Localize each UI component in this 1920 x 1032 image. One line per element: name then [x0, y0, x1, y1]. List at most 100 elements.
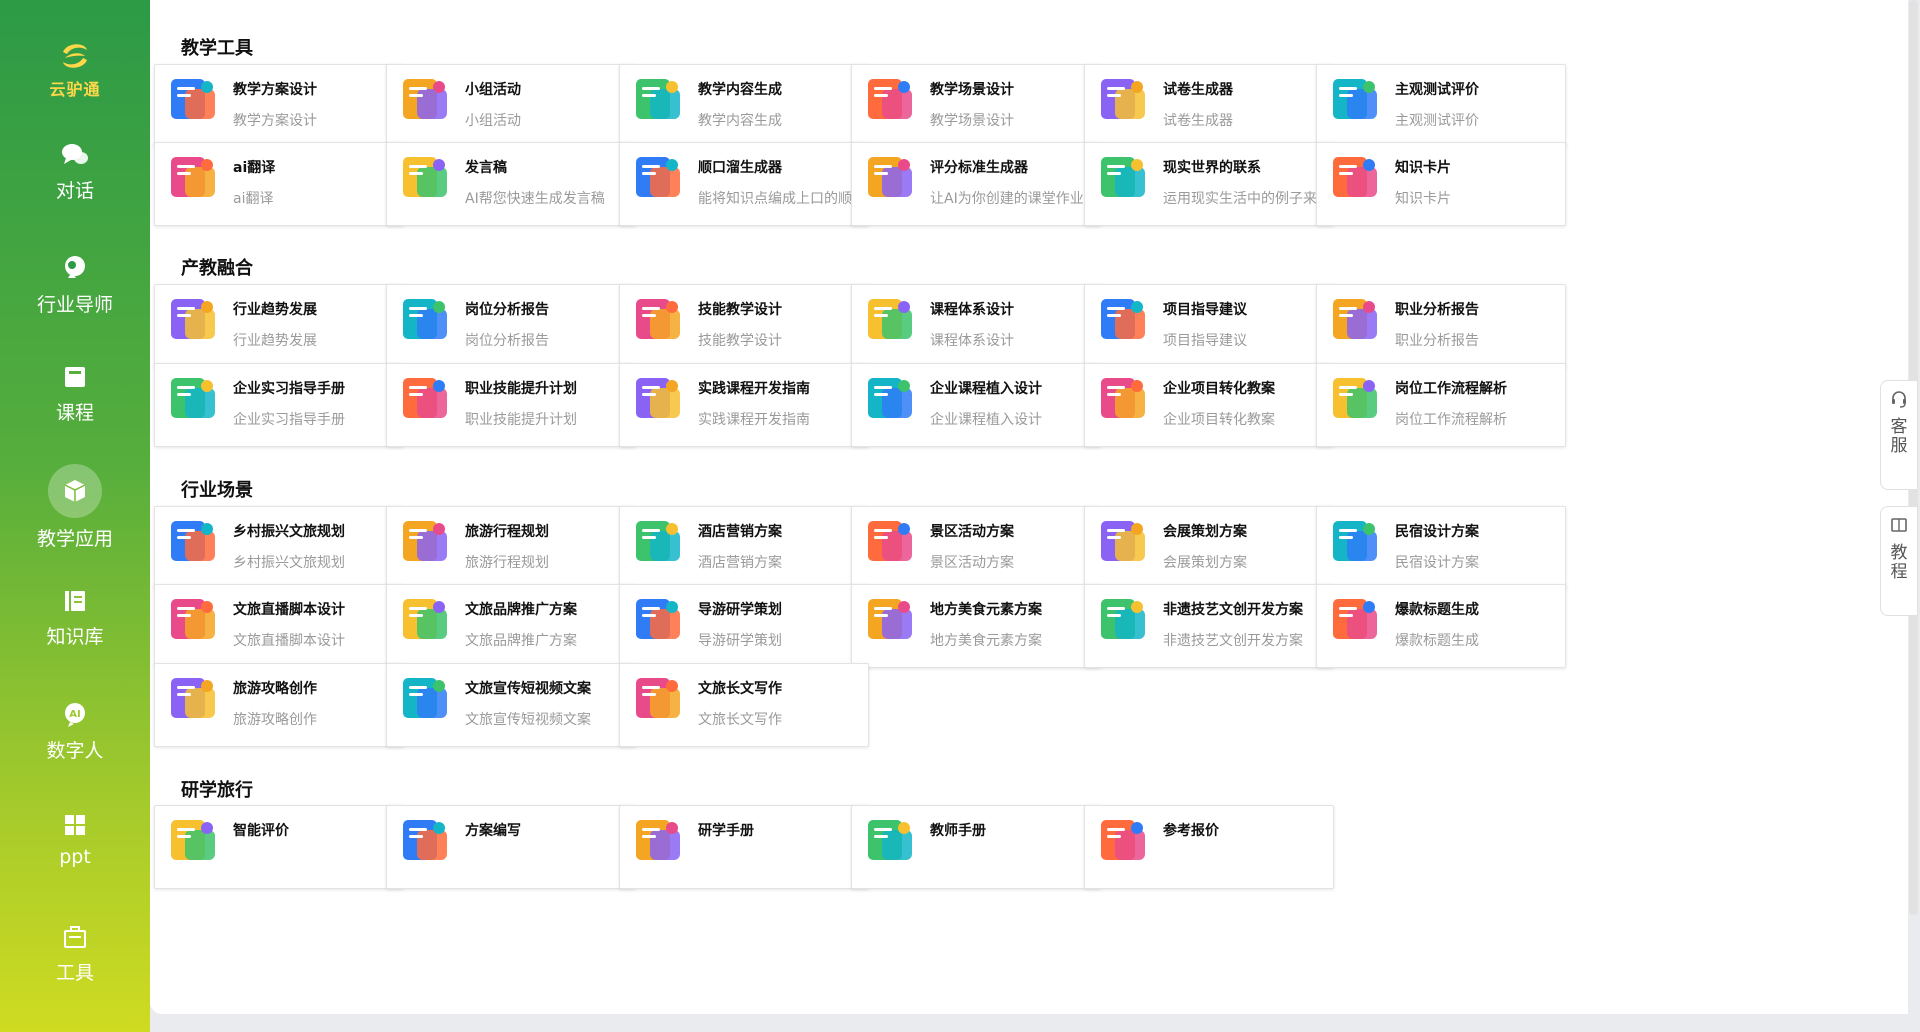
- app-card[interactable]: 教学内容生成 教学内容生成: [619, 64, 869, 148]
- nav-label: 知识库: [46, 626, 104, 648]
- app-card[interactable]: 参考报价: [1084, 805, 1334, 889]
- app-card[interactable]: 旅游行程规划 旅游行程规划: [386, 506, 636, 590]
- app-card[interactable]: 酒店营销方案 酒店营销方案: [619, 506, 869, 590]
- group-icon: [399, 73, 453, 127]
- app-card[interactable]: 知识卡片 知识卡片: [1316, 142, 1566, 226]
- card-subtitle: 企业课程植入设计: [930, 412, 1042, 428]
- app-card[interactable]: 方案编写: [386, 805, 636, 889]
- app-card[interactable]: 文旅宣传短视频文案 文旅宣传短视频文案: [386, 663, 636, 747]
- hotel-icon: [632, 515, 686, 569]
- nav-item-5[interactable]: AI 数字人: [0, 690, 150, 786]
- card-subtitle: 文旅直播脚本设计: [233, 633, 345, 649]
- app-card[interactable]: 企业实习指导手册 企业实习指导手册: [154, 363, 404, 447]
- app-card[interactable]: 文旅长文写作 文旅长文写作: [619, 663, 869, 747]
- app-card[interactable]: 教学场景设计 教学场景设计: [851, 64, 1101, 148]
- app-card[interactable]: 实践课程开发指南 实践课程开发指南: [619, 363, 869, 447]
- card-subtitle: 地方美食元素方案: [930, 633, 1042, 649]
- card-subtitle: AI帮您快速生成发言稿: [465, 191, 605, 207]
- card-subtitle: 能将知识点编成上口的顺口溜: [698, 191, 863, 207]
- app-card[interactable]: 景区活动方案 景区活动方案: [851, 506, 1101, 590]
- document-blue-icon: [167, 73, 221, 127]
- app-card[interactable]: 技能教学设计 技能教学设计: [619, 284, 869, 368]
- card-subtitle: 知识卡片: [1395, 191, 1451, 207]
- opera-mask-icon: [1097, 593, 1151, 647]
- card-subtitle: 旅游行程规划: [465, 555, 549, 571]
- app-card[interactable]: ai翻译 ai翻译: [154, 142, 404, 226]
- app-card[interactable]: 民宿设计方案 民宿设计方案: [1316, 506, 1566, 590]
- app-card[interactable]: 课程体系设计 课程体系设计: [851, 284, 1101, 368]
- island-icon: [167, 515, 221, 569]
- app-card[interactable]: 会展策划方案 会展策划方案: [1084, 506, 1334, 590]
- card-subtitle: 实践课程开发指南: [698, 412, 810, 428]
- card-title: 民宿设计方案: [1395, 524, 1479, 540]
- card-subtitle: 企业实习指导手册: [233, 412, 345, 428]
- app-card[interactable]: 主观测试评价 主观测试评价: [1316, 64, 1566, 148]
- nav-item-7[interactable]: 工具: [0, 912, 150, 1008]
- nav-item-0[interactable]: 对话: [0, 130, 150, 226]
- app-card[interactable]: 评分标准生成器让AI为你创建的课堂作业生成评分标准: [851, 142, 1101, 226]
- card-subtitle: 会展策划方案: [1163, 555, 1247, 571]
- app-card[interactable]: 导游研学策划 导游研学策划: [619, 584, 869, 668]
- handbook-icon: [167, 372, 221, 426]
- app-card[interactable]: 教师手册: [851, 805, 1101, 889]
- wok-icon: [864, 593, 918, 647]
- app-card[interactable]: 试卷生成器 试卷生成器: [1084, 64, 1334, 148]
- app-card[interactable]: 职业分析报告 职业分析报告: [1316, 284, 1566, 368]
- logo[interactable]: 云驴通: [0, 38, 150, 100]
- app-card[interactable]: 发言稿 AI帮您快速生成发言稿: [386, 142, 636, 226]
- card-subtitle: 教学内容生成: [698, 113, 782, 129]
- report-chart-icon: [1329, 293, 1383, 347]
- app-card[interactable]: 文旅直播脚本设计 文旅直播脚本设计: [154, 584, 404, 668]
- app-card[interactable]: 企业项目转化教案 企业项目转化教案: [1084, 363, 1334, 447]
- translate-a-icon: [167, 151, 221, 205]
- mentor-icon: [60, 254, 90, 284]
- app-card[interactable]: 职业技能提升计划 职业技能提升计划: [386, 363, 636, 447]
- check-note-icon: [632, 73, 686, 127]
- nav-label: 行业导师: [36, 294, 113, 316]
- app-card[interactable]: 行业趋势发展 行业趋势发展: [154, 284, 404, 368]
- card-subtitle: 企业项目转化教案: [1163, 412, 1275, 428]
- exhibition-icon: [1097, 515, 1151, 569]
- card-title: 主观测试评价: [1395, 82, 1479, 98]
- card-title: 技能教学设计: [698, 302, 782, 318]
- app-card[interactable]: 智能评价: [154, 805, 404, 889]
- app-card[interactable]: 岗位工作流程解析 岗位工作流程解析: [1316, 363, 1566, 447]
- house-icon: [1329, 515, 1383, 569]
- card-subtitle: 让AI为你创建的课堂作业生成评分标准: [930, 191, 1095, 207]
- section-title: 行业场景: [181, 480, 253, 501]
- app-card[interactable]: 顺口溜生成器 能将知识点编成上口的顺口溜: [619, 142, 869, 226]
- app-card[interactable]: 爆款标题生成 爆款标题生成: [1316, 584, 1566, 668]
- card-subtitle: 教学方案设计: [233, 113, 317, 129]
- customer-service-tab[interactable]: 客服: [1880, 380, 1918, 490]
- card-title: 文旅宣传短视频文案: [465, 681, 591, 697]
- card-subtitle: 文旅品牌推广方案: [465, 633, 577, 649]
- app-card[interactable]: 研学手册: [619, 805, 869, 889]
- tutorial-tab[interactable]: 教程: [1880, 506, 1918, 616]
- card-subtitle: 旅游攻略创作: [233, 712, 317, 728]
- app-card[interactable]: 教学方案设计 教学方案设计: [154, 64, 404, 148]
- card-subtitle: 课程体系设计: [930, 333, 1014, 349]
- app-card[interactable]: 文旅品牌推广方案 文旅品牌推广方案: [386, 584, 636, 668]
- long-article-icon: [632, 672, 686, 726]
- nav-item-2[interactable]: 课程: [0, 352, 150, 448]
- nav-item-1[interactable]: 行业导师: [0, 244, 150, 340]
- card-title: ai翻译: [233, 160, 276, 176]
- card-subtitle: 文旅宣传短视频文案: [465, 712, 591, 728]
- app-card[interactable]: 岗位分析报告 岗位分析报告: [386, 284, 636, 368]
- nav-item-6[interactable]: ppt: [0, 800, 150, 896]
- app-card[interactable]: 乡村振兴文旅规划 乡村振兴文旅规划: [154, 506, 404, 590]
- rating-stars-icon: [864, 151, 918, 205]
- ai-avatar-icon: AI: [60, 700, 90, 730]
- app-card[interactable]: 项目指导建议 项目指导建议: [1084, 284, 1334, 368]
- card-subtitle: 导游研学策划: [698, 633, 782, 649]
- card-title: 智能评价: [233, 823, 289, 839]
- app-card[interactable]: 企业课程植入设计 企业课程植入设计: [851, 363, 1101, 447]
- app-card[interactable]: 现实世界的联系运用现实生活中的例子来解释知识点: [1084, 142, 1334, 226]
- app-card[interactable]: 地方美食元素方案 地方美食元素方案: [851, 584, 1101, 668]
- app-card[interactable]: 非遗技艺文创开发方案 非遗技艺文创开发方案: [1084, 584, 1334, 668]
- app-card[interactable]: 小组活动 小组活动: [386, 64, 636, 148]
- nav-item-3[interactable]: 教学应用: [0, 464, 150, 560]
- nav-item-4[interactable]: 知识库: [0, 576, 150, 672]
- treasure-map-icon: [167, 672, 221, 726]
- app-card[interactable]: 旅游攻略创作 旅游攻略创作: [154, 663, 404, 747]
